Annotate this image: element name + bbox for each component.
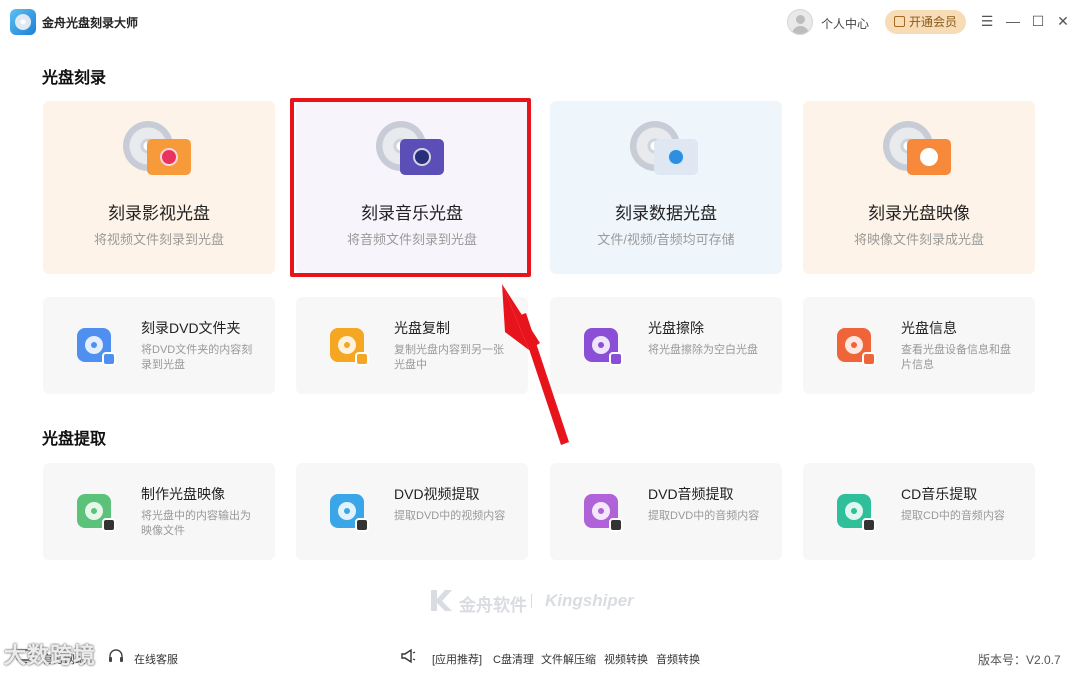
vip-button[interactable]: 开通会员 <box>885 10 966 34</box>
kingshiper-logo-icon <box>431 590 452 611</box>
tool-icon <box>837 328 876 366</box>
tool-title: DVD音频提取 <box>648 486 734 502</box>
title-bar: 金舟光盘刻录大师 个人中心 开通会员 ☰ — ☐ ✕ <box>0 0 1080 44</box>
tool-icon <box>584 328 623 366</box>
burn-tool-card-2[interactable]: 光盘复制复制光盘内容到另一张光盘中 <box>296 297 528 394</box>
tool-icon <box>330 494 369 532</box>
burn-card-title: 刻录数据光盘 <box>615 204 717 223</box>
extract-tool-card-4[interactable]: CD音乐提取提取CD中的音频内容 <box>803 463 1035 560</box>
folder-badge <box>160 148 178 166</box>
tool-icon-hole <box>598 508 604 514</box>
app-logo-icon <box>10 9 36 35</box>
tool-badge-icon <box>355 352 369 366</box>
extract-tool-card-1[interactable]: 制作光盘映像将光盘中的内容输出为映像文件 <box>43 463 275 560</box>
extract-tool-card-2[interactable]: DVD视频提取提取DVD中的视频内容 <box>296 463 528 560</box>
burn-card-title: 刻录光盘映像 <box>868 204 970 223</box>
tool-icon-hole <box>851 508 857 514</box>
burn-card-3[interactable]: 刻录数据光盘文件/视频/音频均可存储 <box>550 101 782 274</box>
tool-icon <box>584 494 623 532</box>
version-label: 版本号：V2.0.7 <box>978 653 1061 667</box>
tool-icon <box>330 328 369 366</box>
megaphone-icon <box>401 648 416 664</box>
brand-name-cn: 金舟软件 <box>459 596 527 615</box>
burn-card-1[interactable]: 刻录影视光盘将视频文件刻录到光盘 <box>43 101 275 274</box>
folder-shape <box>147 139 191 175</box>
maximize-icon[interactable]: ☐ <box>1030 13 1046 29</box>
tool-title: CD音乐提取 <box>901 486 978 502</box>
tool-title: 刻录DVD文件夹 <box>141 320 241 336</box>
burn-card-subtitle: 将视频文件刻录到光盘 <box>93 232 224 247</box>
brand-divider <box>531 594 532 608</box>
close-icon[interactable]: ✕ <box>1055 13 1071 29</box>
tool-badge-icon <box>862 518 876 532</box>
tool-icon <box>77 328 116 366</box>
tool-badge-icon <box>102 518 116 532</box>
disc-folder-icon <box>630 121 702 181</box>
extract-tool-card-3[interactable]: DVD音频提取提取DVD中的音频内容 <box>550 463 782 560</box>
tool-badge-icon <box>609 352 623 366</box>
tool-badge-icon <box>609 518 623 532</box>
app-title: 金舟光盘刻录大师 <box>42 16 139 30</box>
overlay-watermark-text: 大数跨境 <box>4 643 97 668</box>
tool-icon-hole <box>91 342 97 348</box>
footer-link-audio-convert[interactable]: 音频转换 <box>656 651 700 667</box>
folder-shape <box>907 139 951 175</box>
footer-link-c-clean[interactable]: C盘清理 <box>493 651 534 667</box>
section-title-burn: 光盘刻录 <box>42 70 107 87</box>
minimize-icon[interactable]: — <box>1005 13 1021 29</box>
tool-description: 提取DVD中的视频内容 <box>394 510 506 522</box>
tool-description: 将光盘中的内容输出为映像文件 <box>141 510 251 537</box>
section-title-extract: 光盘提取 <box>42 431 107 448</box>
tool-badge-icon <box>862 352 876 366</box>
disc-folder-icon <box>123 121 195 181</box>
tool-description: 查看光盘设备信息和盘片信息 <box>901 344 1011 371</box>
vip-label: 开通会员 <box>909 15 958 29</box>
tool-icon-hole <box>344 508 350 514</box>
overlay-watermark: 大数跨境 <box>4 638 96 670</box>
tool-description: 复制光盘内容到另一张光盘中 <box>394 344 504 371</box>
burn-tool-card-4[interactable]: 光盘信息查看光盘设备信息和盘片信息 <box>803 297 1035 394</box>
user-center-link[interactable]: 个人中心 <box>821 15 869 32</box>
burn-card-title: 刻录影视光盘 <box>108 204 210 223</box>
avatar[interactable] <box>787 9 813 35</box>
tool-icon <box>77 494 116 532</box>
tool-title: 光盘擦除 <box>648 320 704 336</box>
menu-icon[interactable]: ☰ <box>979 13 995 29</box>
burn-tool-card-1[interactable]: 刻录DVD文件夹将DVD文件夹的内容刻录到光盘 <box>43 297 275 394</box>
burn-card-4[interactable]: 刻录光盘映像将映像文件刻录成光盘 <box>803 101 1035 274</box>
tool-title: DVD视频提取 <box>394 486 480 502</box>
tool-icon <box>837 494 876 532</box>
tool-title: 光盘信息 <box>901 320 957 336</box>
disc-folder-icon <box>883 121 955 181</box>
footer-link-video-convert[interactable]: 视频转换 <box>604 651 648 667</box>
tool-title: 制作光盘映像 <box>141 486 225 502</box>
brand-name-en: Kingshiper <box>545 591 634 610</box>
folder-shape <box>654 139 698 175</box>
tool-badge-icon <box>102 352 116 366</box>
tool-description: 提取CD中的音频内容 <box>901 510 1005 522</box>
headset-icon[interactable] <box>108 648 124 664</box>
highlight-box <box>290 98 531 277</box>
tool-icon-hole <box>91 508 97 514</box>
tool-badge-icon <box>355 518 369 532</box>
app-recommend-label: [应用推荐] <box>432 654 483 666</box>
tool-description: 将DVD文件夹的内容刻录到光盘 <box>141 344 253 371</box>
burn-card-subtitle: 将映像文件刻录成光盘 <box>853 232 984 247</box>
folder-badge <box>920 148 938 166</box>
thumbs-up-icon <box>894 16 905 27</box>
tool-description: 将光盘擦除为空白光盘 <box>648 344 758 356</box>
burn-card-subtitle: 文件/视频/音频均可存储 <box>597 232 735 247</box>
tool-icon-hole <box>598 342 604 348</box>
folder-badge <box>667 148 685 166</box>
tool-icon-hole <box>851 342 857 348</box>
burn-tool-card-3[interactable]: 光盘擦除将光盘擦除为空白光盘 <box>550 297 782 394</box>
tool-description: 提取DVD中的音频内容 <box>648 510 760 522</box>
tool-title: 光盘复制 <box>394 320 450 336</box>
tool-icon-hole <box>344 342 350 348</box>
footer-link-unzip[interactable]: 文件解压缩 <box>541 651 596 667</box>
online-support-link[interactable]: 在线客服 <box>134 651 178 667</box>
